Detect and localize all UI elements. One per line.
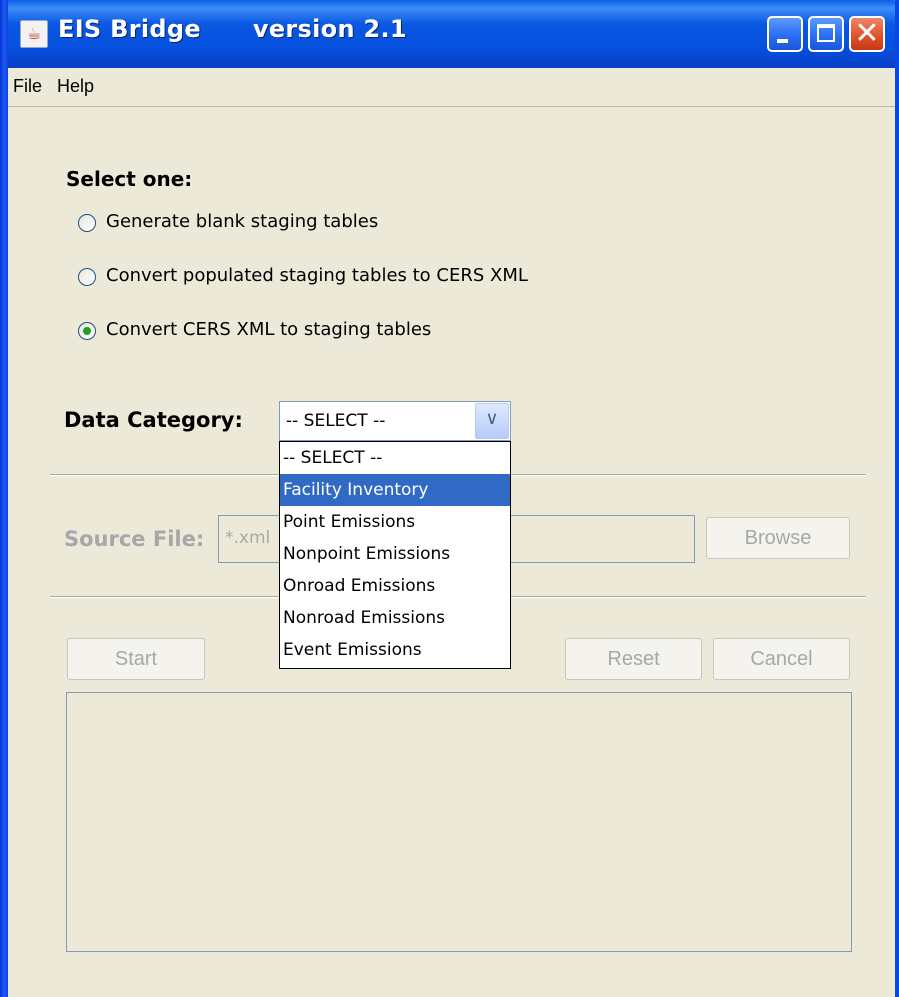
chevron-down-icon: ∨ (485, 408, 499, 429)
source-file-placeholder: *.xml (225, 528, 271, 548)
radio-selected-dot (83, 327, 91, 335)
reset-button[interactable]: Reset (565, 638, 702, 680)
select-one-heading: Select one: (66, 167, 193, 191)
close-window-button[interactable]: ✕ (849, 16, 885, 52)
data-category-label: Data Category: (64, 408, 243, 432)
minimize-button[interactable] (767, 16, 803, 52)
menu-file[interactable]: File (13, 76, 42, 97)
data-category-select[interactable]: -- SELECT -- ∨ (279, 401, 511, 441)
output-log-area[interactable] (66, 692, 852, 952)
window-title: EIS Bridge version 2.1 (58, 15, 407, 43)
dropdown-option-onroad-emissions[interactable]: Onroad Emissions (280, 570, 510, 602)
maximize-icon (817, 24, 835, 42)
dropdown-option-event-emissions[interactable]: Event Emissions (280, 634, 510, 666)
data-category-dropdown-list: -- SELECT -- Facility Inventory Point Em… (279, 441, 511, 669)
dropdown-option-nonpoint-emissions[interactable]: Nonpoint Emissions (280, 538, 510, 570)
dropdown-option-facility-inventory[interactable]: Facility Inventory (280, 474, 510, 506)
radio-label-generate-blank[interactable]: Generate blank staging tables (106, 211, 378, 232)
minimize-icon (777, 39, 788, 43)
app-window: ☕ EIS Bridge version 2.1 ✕ File Help Sel… (0, 0, 899, 997)
window-frame-left (0, 0, 8, 997)
close-icon: ✕ (854, 16, 880, 51)
data-category-selected-value: -- SELECT -- (286, 411, 386, 431)
menu-bar: File Help (8, 68, 895, 107)
menu-help[interactable]: Help (57, 76, 94, 97)
cancel-button[interactable]: Cancel (713, 638, 850, 680)
dropdown-option-select[interactable]: -- SELECT -- (280, 442, 510, 474)
java-app-icon[interactable]: ☕ (20, 20, 48, 48)
dropdown-option-point-emissions[interactable]: Point Emissions (280, 506, 510, 538)
window-frame-right (895, 0, 899, 997)
start-button[interactable]: Start (67, 638, 205, 680)
dropdown-arrow-button[interactable]: ∨ (475, 403, 509, 439)
radio-convert-to-xml[interactable] (78, 268, 96, 286)
dropdown-option-nonroad-emissions[interactable]: Nonroad Emissions (280, 602, 510, 634)
title-bar[interactable]: ☕ EIS Bridge version 2.1 ✕ (0, 0, 899, 68)
source-file-label: Source File: (64, 527, 205, 551)
radio-label-convert-to-xml[interactable]: Convert populated staging tables to CERS… (106, 265, 528, 286)
browse-button[interactable]: Browse (706, 517, 850, 559)
radio-generate-blank[interactable] (78, 214, 96, 232)
radio-label-convert-xml-to-tables[interactable]: Convert CERS XML to staging tables (106, 319, 431, 340)
radio-convert-xml-to-tables[interactable] (78, 322, 96, 340)
maximize-button[interactable] (808, 16, 844, 52)
